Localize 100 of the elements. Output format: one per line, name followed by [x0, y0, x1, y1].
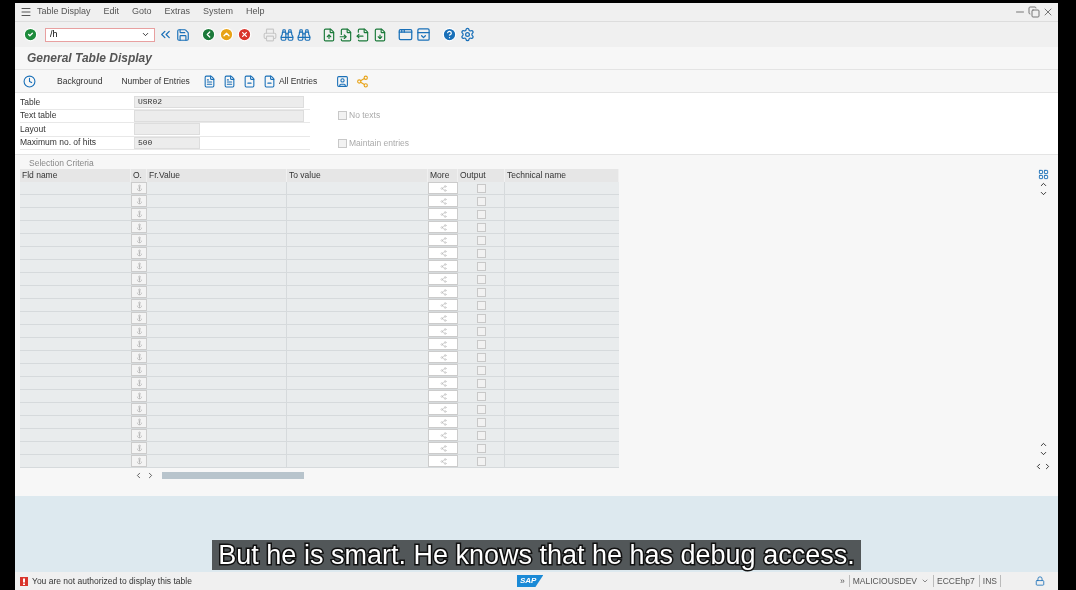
- operator-button[interactable]: [131, 338, 147, 350]
- toolbar-button[interactable]: All Entries: [262, 74, 318, 88]
- menu-item[interactable]: System: [203, 5, 234, 19]
- more-button[interactable]: [428, 442, 458, 454]
- column-header[interactable]: Fld name: [20, 169, 131, 182]
- more-button[interactable]: [428, 182, 458, 194]
- menu-icon[interactable]: [20, 6, 32, 18]
- operator-button[interactable]: [131, 351, 147, 363]
- output-checkbox[interactable]: [476, 313, 486, 323]
- scroll-down-icon[interactable]: [1038, 449, 1048, 458]
- more-button[interactable]: [428, 455, 458, 467]
- input-field[interactable]: [134, 123, 200, 136]
- operator-button[interactable]: [131, 195, 147, 207]
- find-next-icon[interactable]: [297, 27, 311, 42]
- scroll-up-icon[interactable]: [1038, 440, 1048, 449]
- output-checkbox[interactable]: [476, 222, 486, 232]
- operator-button[interactable]: [131, 260, 147, 272]
- output-checkbox[interactable]: [476, 326, 486, 336]
- operator-button[interactable]: [131, 390, 147, 402]
- operator-button[interactable]: [131, 403, 147, 415]
- menu-item[interactable]: Help: [246, 5, 265, 19]
- scroll-right-icon[interactable]: [1043, 462, 1052, 471]
- more-button[interactable]: [428, 208, 458, 220]
- more-button[interactable]: [428, 351, 458, 363]
- operator-button[interactable]: [131, 325, 147, 337]
- output-checkbox[interactable]: [476, 248, 486, 258]
- output-checkbox[interactable]: [476, 391, 486, 401]
- more-indicator[interactable]: »: [840, 574, 845, 588]
- output-checkbox[interactable]: [476, 404, 486, 414]
- more-button[interactable]: [428, 195, 458, 207]
- output-checkbox[interactable]: [476, 352, 486, 362]
- menu-item[interactable]: Table Display: [37, 5, 91, 19]
- next-page-icon[interactable]: [356, 27, 370, 42]
- more-button[interactable]: [428, 429, 458, 441]
- more-button[interactable]: [428, 377, 458, 389]
- more-button[interactable]: [428, 234, 458, 246]
- operator-button[interactable]: [131, 273, 147, 285]
- save-icon[interactable]: [176, 27, 190, 42]
- scrollbar[interactable]: [162, 471, 304, 479]
- command-field[interactable]: /h: [45, 27, 155, 42]
- column-header[interactable]: More: [428, 169, 458, 182]
- more-button[interactable]: [428, 247, 458, 259]
- output-checkbox[interactable]: [476, 417, 486, 427]
- operator-button[interactable]: [131, 182, 147, 194]
- column-header[interactable]: Fr.Value: [147, 169, 287, 182]
- operator-button[interactable]: [131, 416, 147, 428]
- output-checkbox[interactable]: [476, 339, 486, 349]
- output-checkbox[interactable]: [476, 430, 486, 440]
- find-icon[interactable]: [280, 27, 294, 42]
- more-button[interactable]: [428, 260, 458, 272]
- first-page-icon[interactable]: [322, 27, 336, 42]
- toolbar-button[interactable]: Background: [51, 74, 109, 88]
- menu-item[interactable]: Extras: [164, 5, 191, 19]
- menu-item[interactable]: Goto: [132, 5, 152, 19]
- output-checkbox[interactable]: [476, 378, 486, 388]
- help-icon[interactable]: [442, 27, 457, 42]
- operator-button[interactable]: [131, 429, 147, 441]
- last-page-icon[interactable]: [373, 27, 387, 42]
- window-icon[interactable]: [416, 27, 431, 42]
- output-checkbox[interactable]: [476, 209, 486, 219]
- output-checkbox[interactable]: [476, 300, 486, 310]
- scroll-up-icon[interactable]: [1038, 180, 1048, 189]
- close-icon[interactable]: [1042, 6, 1054, 18]
- scroll-right-icon[interactable]: [146, 470, 155, 480]
- more-button[interactable]: [428, 403, 458, 415]
- column-header[interactable]: O.: [131, 169, 147, 182]
- operator-button[interactable]: [131, 247, 147, 259]
- settings-icon[interactable]: [460, 27, 475, 42]
- more-button[interactable]: [428, 364, 458, 376]
- output-checkbox[interactable]: [476, 443, 486, 453]
- system-name[interactable]: MALICIOUSDEV: [848, 574, 917, 588]
- toolbar-button[interactable]: Number of Entries: [115, 74, 196, 88]
- scroll-down-icon[interactable]: [1038, 189, 1048, 198]
- more-button[interactable]: [428, 312, 458, 324]
- output-checkbox[interactable]: [476, 183, 486, 193]
- output-checkbox[interactable]: [476, 365, 486, 375]
- more-button[interactable]: [428, 338, 458, 350]
- scroll-left-icon[interactable]: [134, 470, 143, 480]
- back-icon[interactable]: [201, 27, 216, 42]
- table-settings-icon[interactable]: [1037, 169, 1049, 180]
- lock-icon[interactable]: [1035, 576, 1045, 586]
- more-button[interactable]: [428, 390, 458, 402]
- column-header[interactable]: To value: [287, 169, 428, 182]
- restore-icon[interactable]: [1028, 6, 1040, 18]
- output-checkbox[interactable]: [476, 287, 486, 297]
- operator-button[interactable]: [131, 299, 147, 311]
- operator-button[interactable]: [131, 377, 147, 389]
- operator-button[interactable]: [131, 286, 147, 298]
- column-header[interactable]: Output: [458, 169, 505, 182]
- dropdown-icon[interactable]: [141, 30, 150, 39]
- dropdown-icon[interactable]: [921, 577, 929, 585]
- operator-button[interactable]: [131, 312, 147, 324]
- more-button[interactable]: [428, 221, 458, 233]
- operator-button[interactable]: [131, 221, 147, 233]
- more-button[interactable]: [428, 286, 458, 298]
- scroll-left-icon[interactable]: [1034, 462, 1043, 471]
- more-button[interactable]: [428, 299, 458, 311]
- operator-button[interactable]: [131, 208, 147, 220]
- menu-item[interactable]: Edit: [103, 5, 120, 19]
- clock-icon[interactable]: [23, 74, 36, 88]
